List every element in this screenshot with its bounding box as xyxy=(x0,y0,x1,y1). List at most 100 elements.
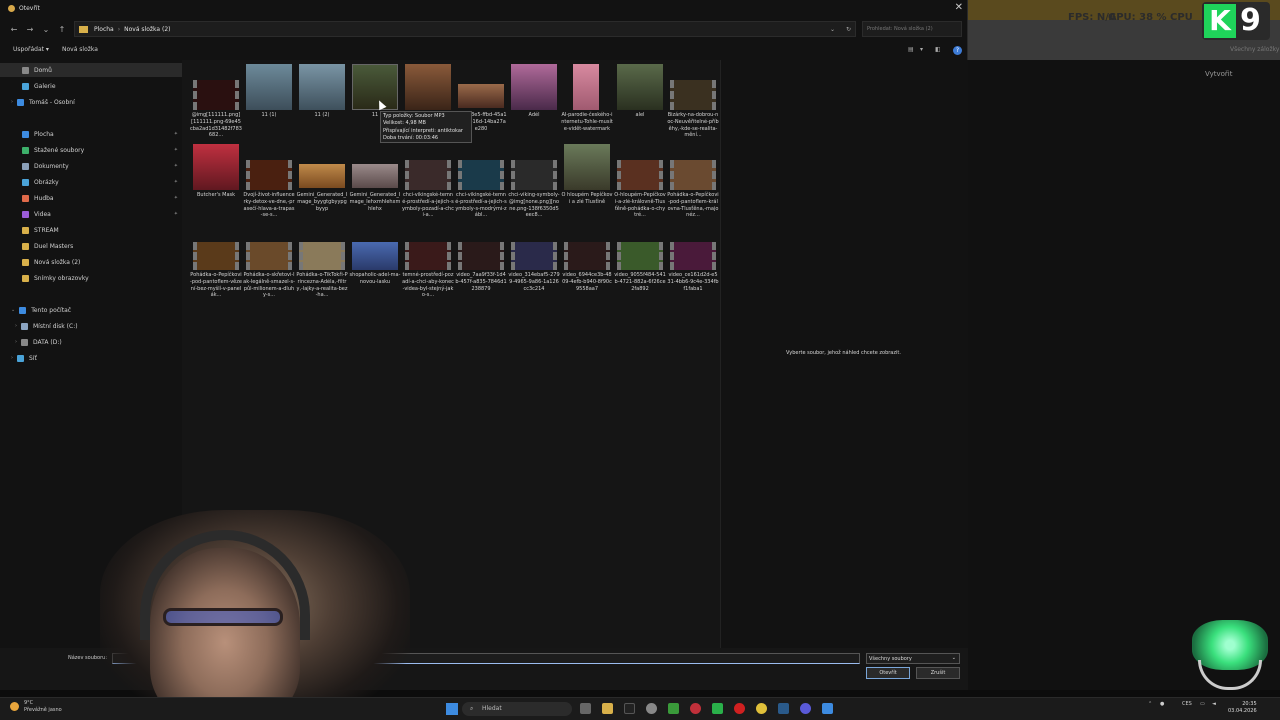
nav-desktop[interactable]: Plocha ✦ xyxy=(0,127,182,141)
image-thumbnail xyxy=(352,164,398,188)
video-thumbnail xyxy=(511,242,557,270)
expand-icon[interactable]: › xyxy=(11,355,13,361)
view-dropdown-icon[interactable]: ▾ xyxy=(920,46,923,53)
file-type-select[interactable]: Všechny soubory ⌄ xyxy=(866,653,960,664)
new-folder-button[interactable]: Nová složka xyxy=(62,46,98,53)
background-page xyxy=(968,60,1280,690)
expand-icon[interactable]: › xyxy=(15,323,17,329)
pin-icon: ✦ xyxy=(173,147,178,153)
nav-music[interactable]: Hudba ✦ xyxy=(0,191,182,205)
taskview-icon[interactable] xyxy=(580,703,591,714)
expand-icon[interactable]: › xyxy=(15,339,17,345)
discord-icon[interactable] xyxy=(800,703,811,714)
refresh-icon[interactable]: ↻ xyxy=(846,26,851,33)
nav-documents-label: Dokumenty xyxy=(34,162,69,170)
tooltip-size: Velikost: 4,98 MB xyxy=(383,120,426,127)
nav-stream[interactable]: STREAM xyxy=(0,223,182,237)
view-icon[interactable]: ▤ xyxy=(908,46,914,53)
nav-diskc[interactable]: › Místní disk (C:) xyxy=(0,319,182,333)
download-icon xyxy=(22,146,29,154)
back-icon[interactable]: ← xyxy=(6,25,22,34)
network-icon xyxy=(17,354,24,362)
steam-icon[interactable] xyxy=(778,703,789,714)
nav-duel[interactable]: Duel Masters xyxy=(0,239,182,253)
weather-widget[interactable]: 9°C Převážně jasno xyxy=(10,700,62,714)
open-button[interactable]: Otevřít xyxy=(866,667,910,679)
organize-button[interactable]: Uspořádat ▾ xyxy=(13,46,49,53)
forward-icon[interactable]: → xyxy=(22,25,38,34)
address-row: ← → ⌄ ↑ Plocha › Nová složka (2) ⌄ ↻ Pro… xyxy=(0,20,968,38)
play-icon[interactable] xyxy=(712,703,723,714)
breadcrumb-desktop[interactable]: Plocha xyxy=(94,26,114,33)
cancel-button[interactable]: Zrušit xyxy=(916,667,960,679)
pin-icon: ✦ xyxy=(173,163,178,169)
nav-videos[interactable]: Videa ✦ xyxy=(0,207,182,221)
file-name: Pohádka-o-skřetovi-lak-legálně-smazel-s-… xyxy=(243,272,295,299)
video-thumbnail xyxy=(511,160,557,190)
image-thumbnail xyxy=(299,164,345,188)
nav-screenshots[interactable]: Snímky obrazovky xyxy=(0,271,182,285)
tray-app-icon[interactable]: ● xyxy=(1160,701,1164,707)
nav-documents[interactable]: Dokumenty ✦ xyxy=(0,159,182,173)
file-name: video_6944ce3b-4809-4efb-b940-8f90c9558a… xyxy=(562,272,612,292)
close-icon[interactable]: ✕ xyxy=(955,2,963,13)
search-input[interactable]: Prohledat: Nová složka (2) xyxy=(862,21,962,37)
nav-downloads-label: Stažené soubory xyxy=(34,146,85,154)
nav-gallery[interactable]: Galerie xyxy=(0,79,182,93)
clock[interactable]: 20:35 03.04.2026 xyxy=(1228,701,1257,715)
tiktok-icon[interactable] xyxy=(624,703,635,714)
tray-chevron-icon[interactable]: ⌃ xyxy=(1148,701,1152,707)
taskbar-search[interactable]: ⌕ Hledat xyxy=(462,702,572,716)
recent-dropdown-icon[interactable]: ⌄ xyxy=(38,25,54,34)
drive-icon xyxy=(21,338,28,346)
nav-thispc[interactable]: ⌄ Tento počítač xyxy=(0,303,182,317)
start-icon[interactable] xyxy=(446,703,458,715)
collapse-icon[interactable]: ⌄ xyxy=(11,307,15,313)
nav-duel-label: Duel Masters xyxy=(34,242,74,250)
address-bar[interactable]: Plocha › Nová složka (2) ⌄ ↻ xyxy=(74,21,856,37)
app-icon[interactable] xyxy=(690,703,701,714)
nav-pictures[interactable]: Obrázky ✦ xyxy=(0,175,182,189)
expand-icon[interactable]: › xyxy=(11,99,13,105)
nav-downloads[interactable]: Stažené soubory ✦ xyxy=(0,143,182,157)
xbox-icon[interactable] xyxy=(668,703,679,714)
folder-icon xyxy=(79,25,88,33)
nav-desktop-label: Plocha xyxy=(34,130,54,138)
nav-diskd[interactable]: › DATA (D:) xyxy=(0,335,182,349)
video-thumbnail xyxy=(246,160,292,190)
help-icon[interactable]: ? xyxy=(953,46,962,55)
up-icon[interactable]: ↑ xyxy=(54,25,70,34)
nav-pictures-label: Obrázky xyxy=(34,178,59,186)
nav-newfolder[interactable]: Nová složka (2) xyxy=(0,255,182,269)
file-name: Adél xyxy=(528,112,540,118)
nav-home[interactable]: Domů xyxy=(0,63,182,77)
image-thumbnail xyxy=(458,84,504,108)
breadcrumb-folder[interactable]: Nová složka (2) xyxy=(124,26,170,33)
breadcrumb-separator: › xyxy=(117,25,121,33)
pin-icon: ✦ xyxy=(173,179,178,185)
video-icon xyxy=(22,210,29,218)
chrome-icon[interactable] xyxy=(756,703,767,714)
folder-icon xyxy=(22,258,29,266)
nav-personal[interactable]: › Tomáš - Osobní xyxy=(0,95,182,109)
network-icon[interactable]: ▭ xyxy=(1200,701,1205,707)
opera-icon[interactable] xyxy=(734,703,745,714)
channel-number: 9 xyxy=(1240,3,1261,38)
nav-network[interactable]: › Síť xyxy=(0,351,182,365)
address-dropdown-icon[interactable]: ⌄ xyxy=(830,26,835,33)
settings-icon[interactable] xyxy=(646,703,657,714)
gallery-icon xyxy=(22,82,29,90)
language-indicator[interactable]: CES xyxy=(1182,701,1192,707)
create-button[interactable]: Vytvořit xyxy=(1205,70,1232,78)
clock-date: 03.04.2026 xyxy=(1228,708,1257,714)
volume-icon[interactable]: ◄ xyxy=(1212,701,1216,707)
bookmarks-label[interactable]: Všechny záložky xyxy=(1230,46,1279,53)
notepad-icon[interactable] xyxy=(822,703,833,714)
preview-pane-icon[interactable]: ◧ xyxy=(935,46,941,53)
music-icon xyxy=(22,194,29,202)
video-thumbnail xyxy=(617,242,663,270)
nav-stream-label: STREAM xyxy=(34,226,59,234)
video-thumbnail xyxy=(458,242,504,270)
video-thumbnail xyxy=(405,242,451,270)
explorer-icon[interactable] xyxy=(602,703,613,714)
